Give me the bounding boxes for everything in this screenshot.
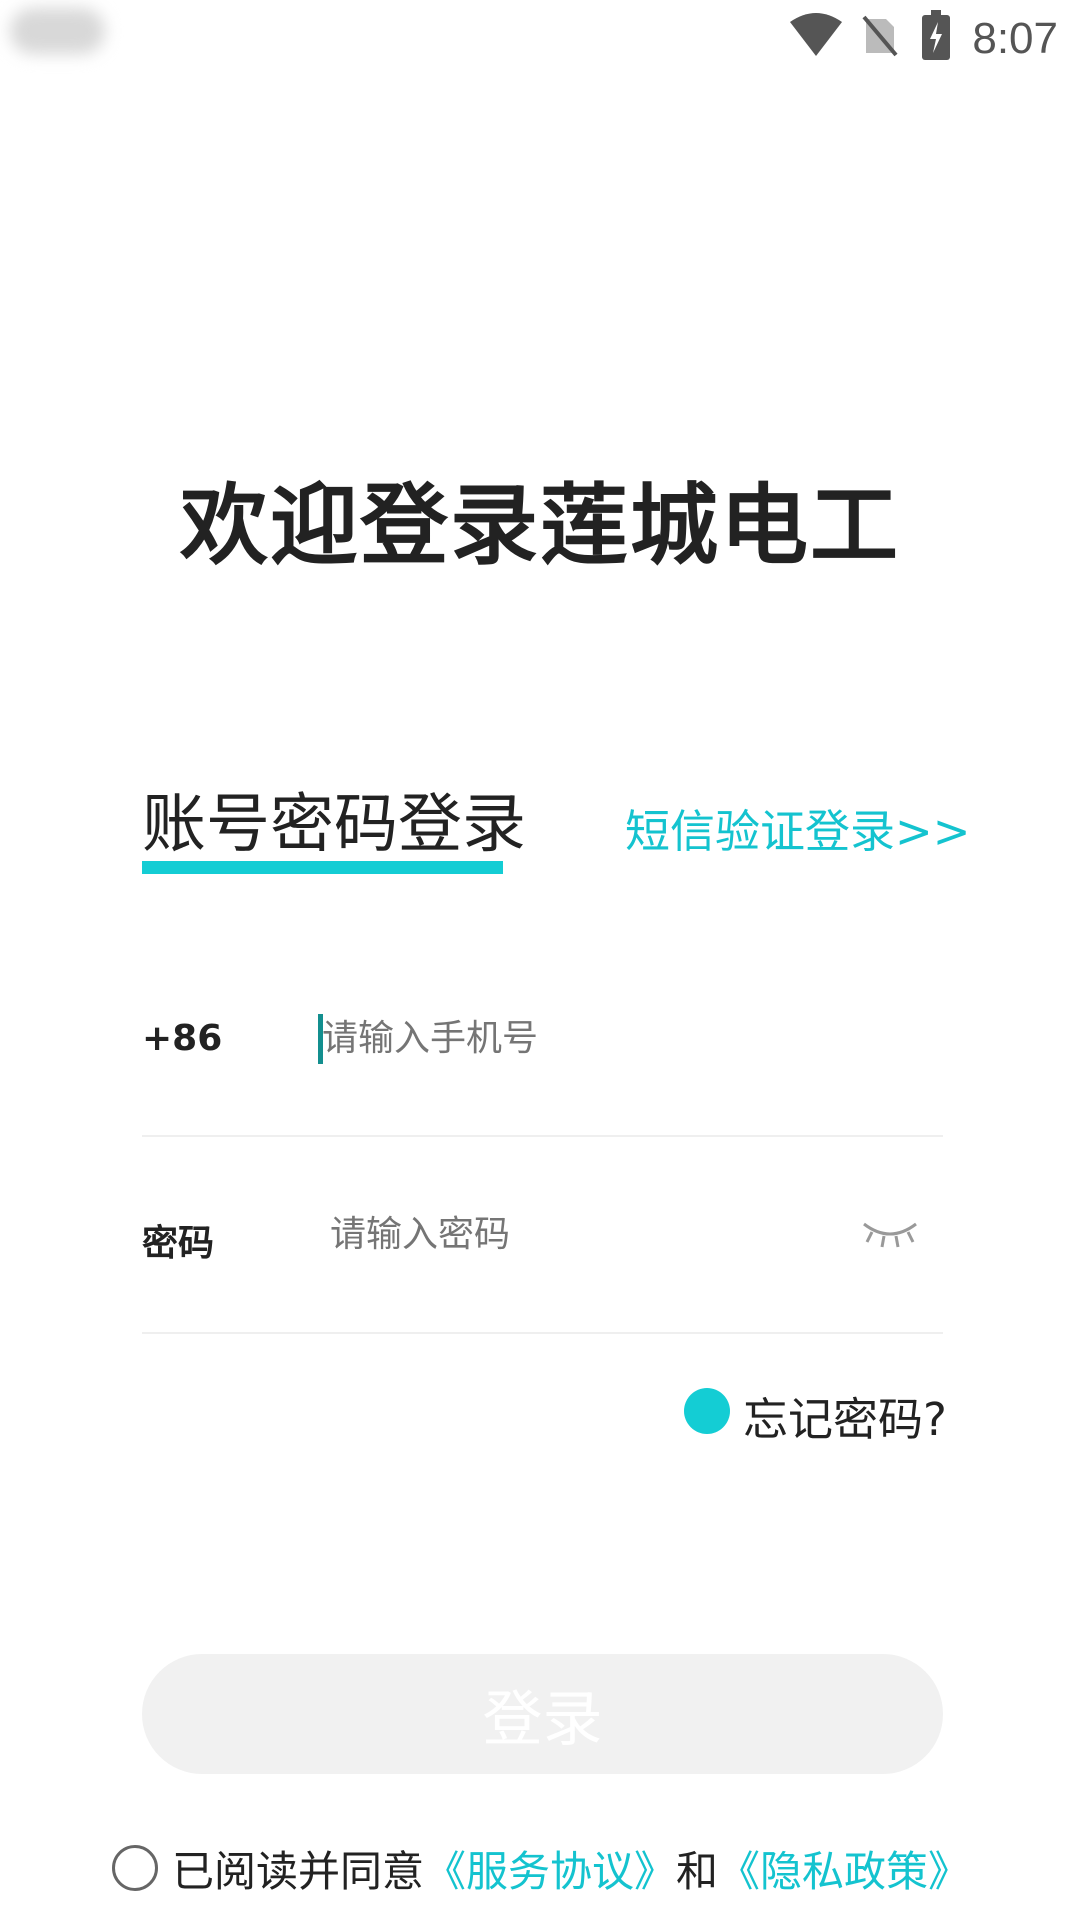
active-tab-indicator <box>142 861 503 874</box>
agreement-text: 已阅读并同意《服务协议》和《隐私政策》 <box>172 1838 970 1899</box>
agreement-and: 和 <box>676 1847 719 1896</box>
password-input[interactable] <box>330 1214 810 1255</box>
privacy-policy-link[interactable]: 《隐私政策》 <box>718 1847 970 1896</box>
wifi-icon <box>788 10 844 60</box>
service-agreement-link[interactable]: 《服务协议》 <box>424 1847 676 1896</box>
country-code-label[interactable]: +86 <box>142 1018 222 1059</box>
password-field-divider <box>142 1332 943 1334</box>
login-button[interactable]: 登录 <box>142 1654 943 1774</box>
status-time: 8:07 <box>972 14 1058 63</box>
phone-input[interactable] <box>322 1018 822 1059</box>
sms-login-link[interactable]: 短信验证登录>> <box>625 795 970 860</box>
battery-charging-icon <box>920 10 952 60</box>
password-label: 密码 <box>142 1223 215 1264</box>
forgot-password-dot-icon <box>684 1388 730 1434</box>
no-sim-icon <box>860 10 900 60</box>
forgot-password-link[interactable]: 忘记密码? <box>743 1383 947 1448</box>
tab-account-password-login[interactable]: 账号密码登录 <box>142 773 526 865</box>
page-title: 欢迎登录莲城电工 <box>179 474 900 577</box>
status-bar-notification-area <box>10 8 105 54</box>
phone-field-divider <box>142 1135 943 1137</box>
agreement-checkbox[interactable] <box>112 1845 158 1891</box>
eye-closed-icon[interactable] <box>860 1218 920 1250</box>
agreement-prefix: 已阅读并同意 <box>172 1847 425 1896</box>
